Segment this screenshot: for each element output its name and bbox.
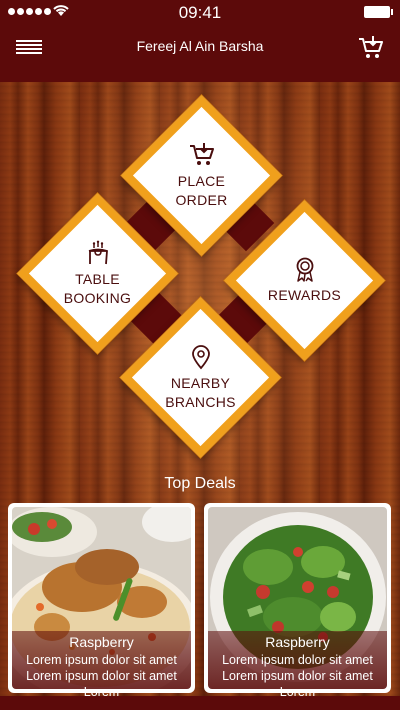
tile-label-line: BRANCHS bbox=[165, 393, 236, 410]
tile-label: TABLE BOOKING bbox=[64, 270, 131, 308]
section-title: Top Deals bbox=[164, 475, 236, 492]
tile-label-line: TABLE bbox=[75, 270, 120, 287]
cart-icon bbox=[189, 142, 214, 165]
tile-label-line: ORDER bbox=[175, 191, 228, 208]
table-icon bbox=[88, 240, 108, 264]
tile-label: NEARBY BRANCHS bbox=[165, 374, 236, 412]
deal-caption: Raspberry Lorem ipsum dolor sit amet Lor… bbox=[208, 631, 387, 699]
tile-label: PLACE ORDER bbox=[175, 172, 227, 210]
deal-card[interactable]: Raspberry Lorem ipsum dolor sit amet Lor… bbox=[204, 503, 391, 699]
deal-description: Lorem ipsum dolor sit amet Lorem ipsum d… bbox=[222, 653, 373, 699]
tile-label-line: BOOKING bbox=[63, 289, 132, 306]
battery-icon bbox=[364, 6, 393, 18]
deal-caption: Raspberry Lorem ipsum dolor sit amet Lor… bbox=[12, 631, 191, 699]
location-pin-icon bbox=[191, 344, 210, 369]
nav-title: Fereej Al Ain Barsha bbox=[136, 38, 264, 54]
tile-label-line: NEARBY bbox=[170, 374, 231, 391]
tile-label-line: REWARDS bbox=[267, 287, 342, 303]
deal-description: Lorem ipsum dolor sit amet Lorem ipsum d… bbox=[26, 653, 177, 699]
cart-button[interactable] bbox=[358, 36, 384, 60]
tile-label: REWARDS bbox=[268, 286, 341, 305]
deal-name: Raspberry bbox=[69, 634, 134, 650]
status-time: 09:41 bbox=[178, 3, 222, 22]
deal-card[interactable]: Raspberry Lorem ipsum dolor sit amet Lor… bbox=[8, 503, 195, 699]
status-bar: 09:41 bbox=[0, 0, 400, 24]
bottom-bar bbox=[0, 696, 400, 710]
tile-label-line: PLACE bbox=[177, 172, 226, 189]
award-ribbon-icon bbox=[296, 257, 313, 282]
deal-name: Raspberry bbox=[265, 634, 330, 650]
app-screen: 09:41 Fereej Al Ain Barsha PLACE ORDER T… bbox=[0, 0, 400, 710]
top-bar: 09:41 Fereej Al Ain Barsha bbox=[0, 0, 400, 82]
